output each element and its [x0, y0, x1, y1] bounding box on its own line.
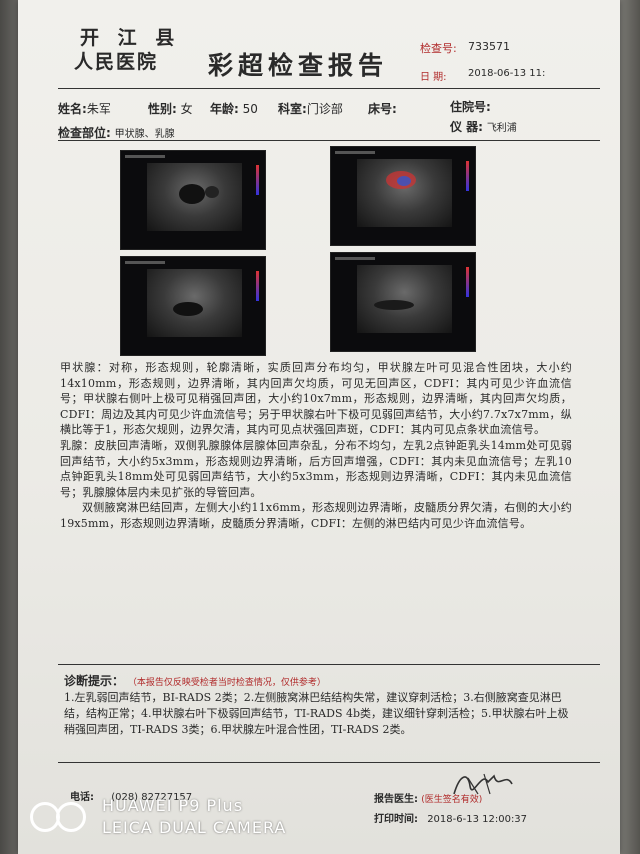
- patient-name: 朱军: [86, 102, 111, 116]
- patient-bed-label: 床号:: [368, 102, 397, 116]
- exam-part-label: 检查部位:: [58, 126, 111, 140]
- findings-lymph-nodes: 双侧腋窝淋巴结回声，左侧大小约11x6mm，形态规则边界清晰，皮髓质分界欠清，右…: [60, 501, 572, 530]
- footer-divider: [58, 762, 600, 763]
- patient-dept-field: 科室:门诊部: [278, 100, 343, 117]
- findings-thyroid: 甲状腺：对称，形态规则，轮廓清晰，实质回声分布均匀，甲状腺左叶可见混合性团块，大…: [60, 361, 572, 437]
- ultrasound-image-2: [330, 146, 476, 246]
- diagnosis-header: 诊断提示： （本报告仅反映受检者当时检查情况，仅供参考）: [64, 672, 326, 689]
- report-paper: 开 江 县 人民医院 彩超检查报告 检查号: 733571 日 期: 2018-…: [18, 0, 620, 854]
- ultrasound-image-1: [120, 150, 266, 250]
- patient-inpatient-field: 住院号:: [450, 98, 491, 115]
- print-time-label: 打印时间:: [374, 814, 418, 825]
- hospital-name-line1: 开 江 县: [80, 27, 181, 49]
- report-title: 彩超检查报告: [208, 51, 389, 80]
- diagnosis-divider: [58, 664, 600, 665]
- print-time-field: 打印时间: 2018-6-13 12:00:37: [374, 810, 527, 825]
- hospital-name-line2: 人民医院: [74, 51, 159, 73]
- patient-dept-label: 科室:: [278, 102, 307, 116]
- patient-name-label: 姓名:: [58, 102, 87, 116]
- header-divider: [58, 88, 600, 89]
- watermark-camera: LEICA DUAL CAMERA: [102, 818, 287, 837]
- print-time: 2018-6-13 12:00:37: [427, 814, 528, 825]
- date-label: 日 期:: [420, 72, 447, 83]
- findings-breast: 乳腺：皮肤回声清晰，双侧乳腺腺体层腺体回声杂乱，分布不均匀，左乳2点钟距乳头14…: [60, 438, 572, 499]
- exam-part: 甲状腺、乳腺: [114, 129, 175, 140]
- patient-sex: 女: [180, 102, 193, 116]
- exam-number-label: 检查号:: [420, 42, 457, 55]
- device-label: 仪 器:: [450, 120, 483, 134]
- doctor-signature: [453, 773, 513, 795]
- patient-age: 50: [242, 102, 258, 116]
- patient-name-field: 姓名:朱军: [58, 100, 111, 117]
- exam-number: 733571: [468, 40, 510, 53]
- doctor-label: 报告医生:: [374, 794, 418, 805]
- device-name: 飞利浦: [486, 123, 517, 134]
- diagnosis-text: 1.左乳弱回声结节，BI-RADS 2类；2.左侧腋窝淋巴结结构失常，建议穿刺活…: [64, 691, 569, 736]
- report-date: 2018-06-13 11:: [468, 68, 546, 79]
- exam-part-field: 检查部位: 甲状腺、乳腺: [58, 124, 175, 141]
- leica-logo-icon: [30, 802, 90, 832]
- patient-dept: 门诊部: [306, 102, 343, 116]
- inpatient-number-label: 住院号:: [450, 100, 491, 114]
- patient-sex-field: 性别: 女: [148, 100, 193, 117]
- ultrasound-image-4: [330, 252, 476, 352]
- patient-bed-field: 床号:: [368, 100, 397, 117]
- patient-sex-label: 性别:: [148, 102, 177, 116]
- ultrasound-image-3: [120, 256, 266, 356]
- findings-section: 甲状腺：对称，形态规则，轮廓清晰，实质回声分布均匀，甲状腺左叶可见混合性团块，大…: [60, 360, 572, 532]
- diagnosis-label: 诊断提示：: [64, 674, 125, 688]
- watermark-device: HUAWEI P9 Plus: [102, 796, 244, 815]
- patient-age-label: 年龄:: [210, 102, 239, 116]
- info-divider: [58, 140, 600, 141]
- diagnosis-disclaimer: （本报告仅反映受检者当时检查情况，仅供参考）: [127, 678, 326, 688]
- device-field: 仪 器: 飞利浦: [450, 118, 517, 135]
- patient-age-field: 年龄: 50: [210, 100, 258, 117]
